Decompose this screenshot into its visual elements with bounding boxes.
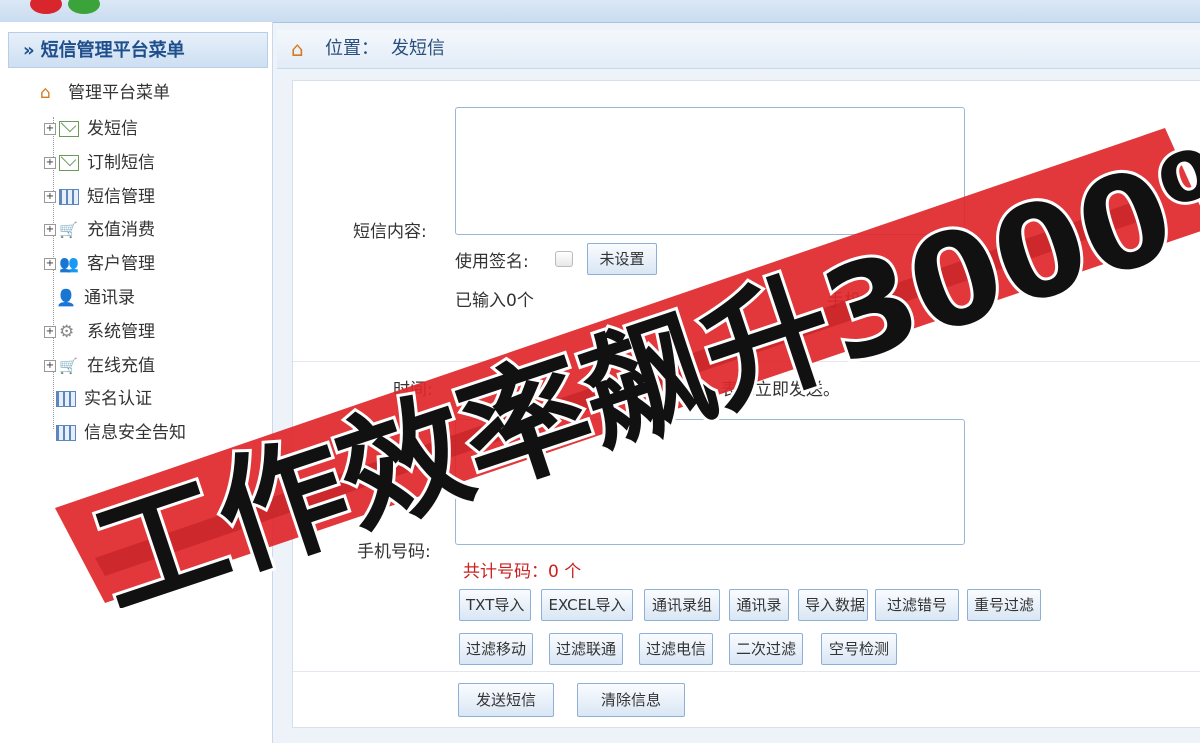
row-divider	[293, 361, 1200, 362]
sidebar-item-label: 信息安全告知	[84, 423, 186, 444]
sidebar-item-label: 短信管理	[87, 186, 155, 207]
tool-button[interactable]: 通讯录组	[644, 589, 720, 621]
signature-button[interactable]: 未设置	[587, 243, 657, 275]
mail-icon	[59, 154, 79, 171]
sidebar-item[interactable]: + 订制短信	[44, 150, 155, 176]
sidebar-item[interactable]: + 🛒 充值消费	[44, 217, 155, 243]
tool-button[interactable]: 重号过滤	[967, 589, 1041, 621]
mail-icon	[59, 121, 79, 137]
sidebar-item-label: 发短信	[87, 119, 138, 139]
expand-icon[interactable]: +	[44, 325, 56, 338]
sidebar-item[interactable]: 信息安全告知	[56, 420, 186, 446]
sidebar-item[interactable]: + ⚙ 系统管理	[44, 319, 155, 345]
tree-root-label: 管理平台菜单	[68, 83, 170, 103]
breadcrumb-current: 发短信	[391, 38, 445, 59]
sidebar-item-label: 系统管理	[87, 321, 155, 342]
expand-icon[interactable]: +	[44, 123, 56, 135]
tool-button[interactable]: EXCEL导入	[541, 589, 633, 621]
char-count-suffix: 手机条	[827, 291, 878, 311]
schedule-label: 时间:	[393, 380, 433, 400]
row-divider	[293, 671, 1200, 672]
tool-button[interactable]: 二次过滤	[729, 633, 803, 665]
phone-label: 手机号码:	[357, 542, 431, 562]
tool-button[interactable]: 过滤移动	[459, 633, 533, 665]
cart-icon: 🛒	[59, 221, 78, 240]
tool-button[interactable]: 过滤电信	[639, 633, 713, 665]
tool-button[interactable]: 通讯录	[729, 589, 789, 621]
sidebar-item[interactable]: + 🛒 在线充值	[44, 353, 155, 379]
send-sms-button[interactable]: 发送短信	[458, 683, 554, 717]
sidebar: » 短信管理平台菜单 ⌂ 管理平台菜单 + 发短信 + 订制短信 + 短信管理 + 🛒 充值消费 + 👥…	[0, 22, 273, 743]
tool-button[interactable]: 空号检测	[821, 633, 897, 665]
sidebar-item-label: 充值消费	[87, 220, 155, 241]
sidebar-header-title: 短信管理平台菜单	[40, 40, 185, 61]
sidebar-header: » 短信管理平台菜单	[8, 32, 268, 68]
grid-icon	[56, 425, 76, 442]
breadcrumb-label: 位置：	[325, 38, 379, 59]
phone-numbers-textarea[interactable]	[455, 419, 965, 545]
cart-icon: 🛒	[59, 356, 78, 375]
tool-button[interactable]: 过滤联通	[549, 633, 623, 665]
total-count: 共计号码：0 个	[463, 562, 582, 582]
send-sms-form: 短信内容: 使用签名: 未设置 已输入0个 手机条 时间: ▦ 若为空，表示立即…	[292, 80, 1200, 728]
tree-root[interactable]: ⌂ 管理平台菜单	[40, 80, 170, 106]
clear-button[interactable]: 清除信息	[577, 683, 685, 717]
sidebar-item[interactable]: 👤 通讯录	[56, 285, 135, 311]
signature-label: 使用签名:	[455, 252, 529, 272]
grid-icon	[59, 188, 79, 205]
expand-icon[interactable]: +	[44, 190, 56, 203]
tool-button[interactable]: 导入数据	[798, 589, 868, 621]
sidebar-item-label: 在线充值	[87, 355, 155, 376]
breadcrumb: ⌂ 位置： 发短信	[277, 30, 1200, 69]
grid-icon	[56, 391, 76, 408]
signature-checkbox[interactable]	[555, 251, 573, 267]
top-bar	[0, 0, 1200, 23]
person-icon: 👤	[56, 288, 76, 307]
sidebar-item-label: 订制短信	[87, 152, 155, 173]
logo	[30, 0, 110, 16]
home-icon: ⌂	[40, 83, 51, 103]
schedule-hint: 若为空，表示立即发送。	[653, 380, 840, 400]
content-label: 短信内容:	[353, 222, 427, 242]
tool-button[interactable]: TXT导入	[459, 589, 531, 621]
users-icon: 👥	[59, 254, 79, 274]
sms-content-textarea[interactable]	[455, 107, 965, 235]
char-count-prefix: 已输入0个	[455, 291, 534, 311]
expand-icon[interactable]: +	[44, 258, 56, 271]
sidebar-item[interactable]: + 👥 客户管理	[44, 251, 155, 277]
calendar-icon[interactable]: ▦	[623, 377, 638, 396]
sidebar-item[interactable]: 实名认证	[56, 386, 152, 412]
expand-icon[interactable]: +	[44, 156, 56, 169]
home-icon: ⌂	[291, 37, 304, 61]
sidebar-item-label: 客户管理	[87, 254, 155, 275]
sidebar-item-label: 通讯录	[84, 288, 135, 308]
expand-icon[interactable]: +	[44, 359, 56, 372]
sidebar-item-label: 实名认证	[84, 389, 152, 410]
tool-button[interactable]: 过滤错号	[875, 589, 959, 621]
sidebar-item[interactable]: + 短信管理	[44, 184, 155, 210]
double-chevron-icon: »	[23, 40, 35, 61]
sidebar-item[interactable]: + 发短信	[44, 116, 138, 142]
gear-icon: ⚙	[59, 321, 75, 342]
expand-icon[interactable]: +	[44, 224, 56, 237]
